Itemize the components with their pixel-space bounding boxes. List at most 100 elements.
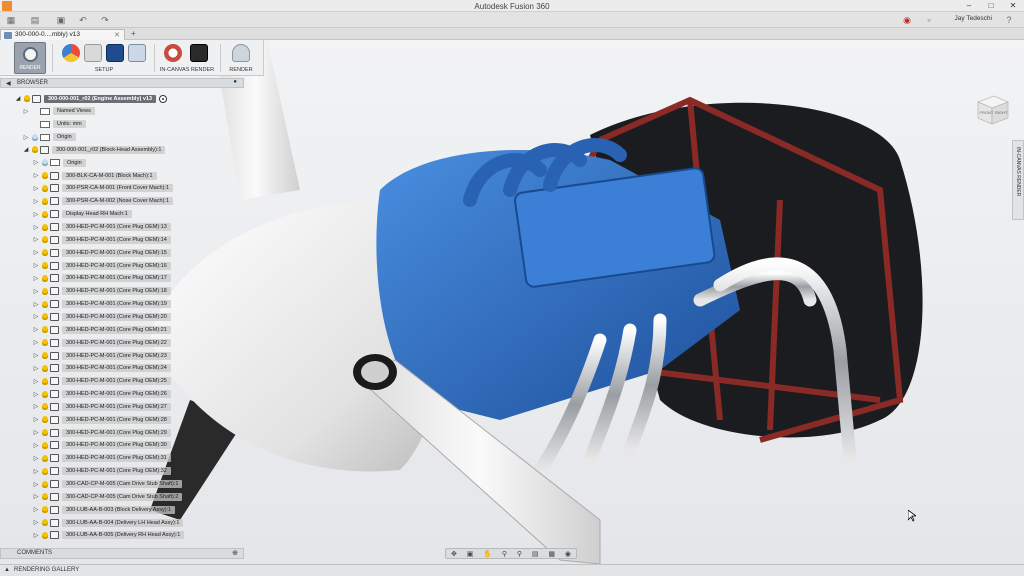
expand-arrow-icon[interactable]: ◢ xyxy=(22,146,30,153)
tree-row[interactable]: ▷ 300-HED-PC-M-001 (Core Plug OEM):17 xyxy=(32,273,171,284)
close-icon[interactable]: ✕ xyxy=(1002,0,1024,12)
tree-row[interactable]: ▷ 300-LUB-AA-B-003 (Block Delivery Assy):… xyxy=(32,504,176,515)
new-tab-icon[interactable]: + xyxy=(131,29,136,38)
expand-arrow-icon[interactable]: ▷ xyxy=(32,403,40,410)
visibility-bulb-icon[interactable] xyxy=(42,506,48,514)
decal-icon[interactable] xyxy=(128,44,146,62)
tree-row[interactable]: ▷ 300-HED-PC-M-001 (Core Plug OEM):24 xyxy=(32,363,171,374)
visibility-bulb-icon[interactable] xyxy=(42,236,48,244)
render-label[interactable]: RENDER xyxy=(222,67,260,73)
setup-label[interactable]: SETUP xyxy=(56,67,152,73)
visibility-bulb-icon[interactable] xyxy=(42,287,48,295)
tree-row[interactable]: ▷ 300-HED-PC-M-001 (Core Plug OEM):18 xyxy=(32,286,171,297)
document-tab[interactable]: 300-000-0....mbly) v13 ✕ xyxy=(0,29,125,40)
visibility-bulb-icon[interactable] xyxy=(42,326,48,334)
tree-row[interactable]: ◢ 300-000-001_r02 (Block-Head Assembly):1 xyxy=(22,144,166,155)
tree-row[interactable]: ▷ 300-HED-PC-M-001 (Core Plug OEM):20 xyxy=(32,311,171,322)
expand-arrow-icon[interactable]: ▷ xyxy=(32,468,40,475)
visibility-bulb-icon[interactable] xyxy=(42,339,48,347)
visibility-bulb-icon[interactable] xyxy=(42,313,48,321)
visibility-bulb-icon[interactable] xyxy=(42,249,48,257)
look-at-icon[interactable]: ▣ xyxy=(467,550,474,558)
visibility-bulb-icon[interactable] xyxy=(42,262,48,270)
tree-row[interactable]: ▷ Origin xyxy=(22,132,76,143)
expand-arrow-icon[interactable]: ▷ xyxy=(32,493,40,500)
expand-arrow-icon[interactable]: ▷ xyxy=(32,313,40,320)
tree-row[interactable]: ▷ Named Views xyxy=(22,106,95,117)
expand-arrow-icon[interactable]: ▷ xyxy=(32,262,40,269)
visibility-bulb-icon[interactable] xyxy=(32,133,38,141)
activate-component-icon[interactable] xyxy=(159,94,168,103)
visibility-bulb-icon[interactable] xyxy=(42,184,48,192)
expand-arrow-icon[interactable]: ▷ xyxy=(32,301,40,308)
expand-arrow-icon[interactable]: ▷ xyxy=(32,172,40,179)
visibility-bulb-icon[interactable] xyxy=(42,493,48,501)
expand-arrow-icon[interactable]: ▷ xyxy=(32,159,40,166)
incanvas-render-side-panel[interactable]: IN-CANVAS RENDER xyxy=(1012,140,1024,220)
visibility-bulb-icon[interactable] xyxy=(42,531,48,539)
expand-arrow-icon[interactable]: ▷ xyxy=(32,224,40,231)
tree-row[interactable]: Units: mm xyxy=(22,119,86,130)
expand-arrow-icon[interactable]: ◢ xyxy=(14,95,22,102)
expand-arrow-icon[interactable]: ▷ xyxy=(32,532,40,539)
visibility-bulb-icon[interactable] xyxy=(32,146,38,154)
visibility-bulb-icon[interactable] xyxy=(42,390,48,398)
scene-settings-icon[interactable] xyxy=(84,44,102,62)
expand-arrow-icon[interactable]: ▷ xyxy=(32,288,40,295)
comments-panel[interactable]: COMMENTS ⊕ xyxy=(0,548,244,559)
zoom-window-icon[interactable]: ⚲ xyxy=(517,550,522,558)
expand-arrow-icon[interactable]: ▷ xyxy=(32,455,40,462)
visibility-bulb-icon[interactable] xyxy=(24,95,30,102)
visibility-bulb-icon[interactable] xyxy=(42,454,48,462)
tree-row[interactable]: ▷ 300-HED-PC-M-001 (Core Plug OEM):27 xyxy=(32,401,171,412)
undo-icon[interactable]: ↶ xyxy=(76,14,90,26)
tree-row[interactable]: ▷ 300-BLK-CA-M-001 (Block Mach):1 xyxy=(32,170,157,181)
appearance-icon[interactable] xyxy=(62,44,80,62)
visibility-bulb-icon[interactable] xyxy=(42,429,48,437)
expand-arrow-icon[interactable]: ▷ xyxy=(32,198,40,205)
expand-arrow-icon[interactable]: ▷ xyxy=(32,326,40,333)
orbit-icon[interactable]: ✥ xyxy=(451,550,457,558)
expand-arrow-icon[interactable]: ▷ xyxy=(32,352,40,359)
render-teapot-icon[interactable] xyxy=(232,44,250,62)
tree-row[interactable]: ▷ 300-HED-PC-M-001 (Core Plug OEM):28 xyxy=(32,414,171,425)
grid-settings-icon[interactable]: ▦ xyxy=(548,550,555,558)
visibility-bulb-icon[interactable] xyxy=(42,159,48,167)
workspace-switcher-button[interactable]: RENDER xyxy=(14,42,46,74)
visual-style-icon[interactable]: ◉ xyxy=(565,550,571,558)
tree-row[interactable]: ▷ 300-HED-PC-M-001 (Core Plug OEM):26 xyxy=(32,389,171,400)
tree-row[interactable]: ▷ 300-HED-PC-M-001 (Core Plug OEM):14 xyxy=(32,234,171,245)
visibility-bulb-icon[interactable] xyxy=(42,441,48,449)
tree-row[interactable]: ▷ 300-HED-PC-M-001 (Core Plug OEM):15 xyxy=(32,247,171,258)
pin-icon[interactable]: ● xyxy=(233,79,237,85)
save-icon[interactable]: ▣ xyxy=(54,14,68,26)
expand-arrow-icon[interactable]: ▷ xyxy=(32,481,40,488)
visibility-bulb-icon[interactable] xyxy=(42,467,48,475)
visibility-bulb-icon[interactable] xyxy=(42,519,48,527)
expand-arrow-icon[interactable]: ▷ xyxy=(32,378,40,385)
tree-row[interactable]: ▷ 300-HED-PC-M-001 (Core Plug OEM):30 xyxy=(32,440,171,451)
tree-row[interactable]: ▷ 300-PSR-CA-M-001 (Front Cover Mach):1 xyxy=(32,183,174,194)
add-comment-icon[interactable]: ⊕ xyxy=(232,549,238,557)
pan-icon[interactable]: ✋ xyxy=(483,550,492,558)
tree-row[interactable]: ▷ 300-HED-PC-M-001 (Core Plug OEM):32 xyxy=(32,466,171,477)
tab-close-icon[interactable]: ✕ xyxy=(114,31,120,39)
expand-arrow-icon[interactable]: ▷ xyxy=(32,519,40,526)
expand-arrow-icon[interactable]: ▷ xyxy=(32,236,40,243)
visibility-bulb-icon[interactable] xyxy=(42,274,48,282)
minimize-icon[interactable]: – xyxy=(958,0,980,12)
viewcube[interactable]: FRONT RIGHT xyxy=(974,90,1012,128)
tree-row[interactable]: ▷ 300-HED-PC-M-001 (Core Plug OEM):21 xyxy=(32,324,171,335)
help-icon[interactable]: ? xyxy=(1002,14,1016,26)
expand-arrow-icon[interactable]: ▷ xyxy=(32,365,40,372)
expand-arrow-icon[interactable]: ▷ xyxy=(32,442,40,449)
expand-arrow-icon[interactable]: ▷ xyxy=(22,134,30,141)
tree-row[interactable]: ▷ 300-CAD-CP-M-005 (Cam Drive Stub Shaft)… xyxy=(32,491,183,502)
display-settings-icon[interactable]: ▤ xyxy=(532,550,539,558)
visibility-bulb-icon[interactable] xyxy=(42,480,48,488)
chat-icon[interactable]: ▫ xyxy=(922,14,936,26)
tree-row[interactable]: ◢ 300-000-001_r02 (Engine Assembly) v13 xyxy=(14,93,168,104)
visibility-bulb-icon[interactable] xyxy=(42,210,48,218)
visibility-bulb-icon[interactable] xyxy=(42,300,48,308)
visibility-bulb-icon[interactable] xyxy=(42,352,48,359)
